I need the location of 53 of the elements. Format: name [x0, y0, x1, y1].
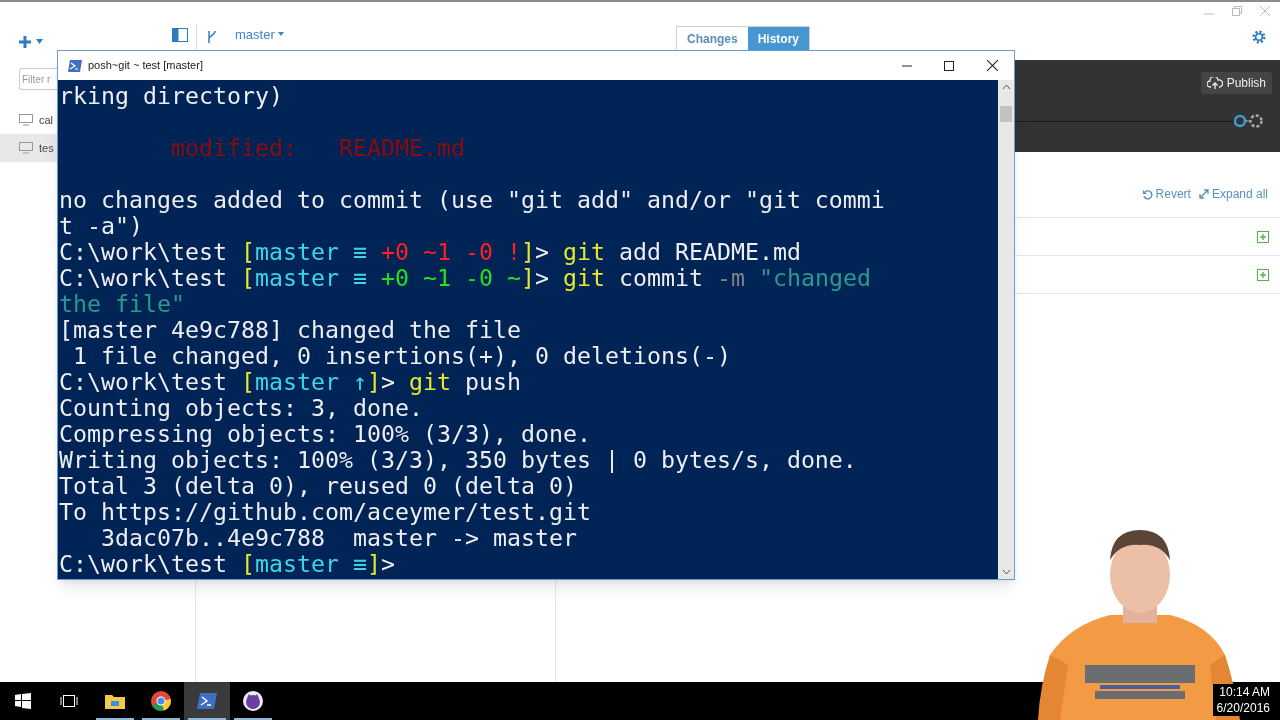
console-line: C:\work\test [master ≡ +0 ~1 -0 ~]> git commit -m "changed	[59, 265, 871, 291]
window-title: posh~git ~ test [master]	[88, 58, 203, 74]
console-line: Writing objects: 100% (3/3), 350 bytes | 0 bytes/s, done.	[59, 447, 857, 473]
undo-icon	[1141, 188, 1153, 200]
branch-selector[interactable]: master	[235, 24, 284, 44]
clock-time[interactable]: 10:14 AM	[1219, 684, 1270, 700]
added-file-icon	[1257, 268, 1269, 281]
powershell-icon	[68, 59, 82, 72]
console-line: C:\work\test [master ↑]> git push	[59, 369, 521, 395]
monitor-icon	[19, 114, 33, 126]
scrollbar[interactable]	[998, 80, 1014, 579]
console-line: modified: README.md	[169, 135, 465, 161]
cat-icon	[243, 691, 263, 711]
caret-icon	[277, 32, 284, 37]
console-line: no changes added to commit (use "git add" and/or "git commi	[59, 187, 885, 213]
console-line: Total 3 (delta 0), reused 0 (delta 0)	[59, 473, 577, 499]
settings-icon[interactable]	[1252, 30, 1266, 44]
console-line: To https://github.com/aceymer/test.git	[59, 499, 591, 525]
folder-icon	[105, 693, 125, 709]
monitor-icon	[19, 142, 33, 154]
close-icon[interactable]	[987, 60, 998, 71]
expand-all-link[interactable]: Expand all	[1198, 185, 1268, 203]
console-line: [master 4e9c788] changed the file	[59, 317, 521, 343]
console-line: C:\work\test [master ≡]>	[59, 551, 396, 577]
revert-link[interactable]: Revert	[1141, 185, 1191, 203]
maximize-icon[interactable]	[944, 60, 954, 71]
expand-icon	[1198, 189, 1209, 199]
scroll-down-icon[interactable]	[1001, 569, 1011, 575]
repository-item[interactable]: tes	[0, 134, 57, 162]
cloud-upload-icon	[1206, 77, 1223, 89]
console-line: 1 file changed, 0 insertions(+), 0 deletions(-)	[72, 343, 731, 369]
console-line: the file"	[59, 291, 185, 317]
console-line: 3dac07b..4e9c788 master -> master	[100, 525, 577, 551]
terminal-taskbar-button[interactable]	[184, 682, 230, 720]
task-view-icon	[60, 694, 78, 708]
scroll-up-icon[interactable]	[1001, 84, 1011, 90]
clock-date[interactable]: 6/20/2016	[1216, 700, 1270, 716]
console-line: Compressing objects: 100% (3/3), done.	[59, 421, 591, 447]
caret-icon[interactable]	[36, 39, 43, 44]
console-line: rking directory)	[59, 83, 283, 109]
console-line: C:\work\test [master ≡ +0 ~1 -0 !]> git add README.md	[59, 239, 801, 265]
scroll-thumb[interactable]	[1000, 106, 1012, 122]
filter-field[interactable]: Filter r	[19, 68, 57, 90]
branch-icon	[207, 30, 217, 44]
added-file-icon	[1257, 230, 1269, 243]
console-line: Counting objects: 3, done.	[59, 395, 423, 421]
windows-icon	[15, 693, 31, 709]
publish-button[interactable]: Publish	[1200, 72, 1272, 94]
terminal-icon	[197, 693, 217, 709]
timeline-icon	[1234, 114, 1264, 128]
console-line: t -a")	[59, 213, 143, 239]
sidebar-toggle-icon[interactable]	[172, 28, 188, 42]
browser-icon	[151, 691, 171, 711]
